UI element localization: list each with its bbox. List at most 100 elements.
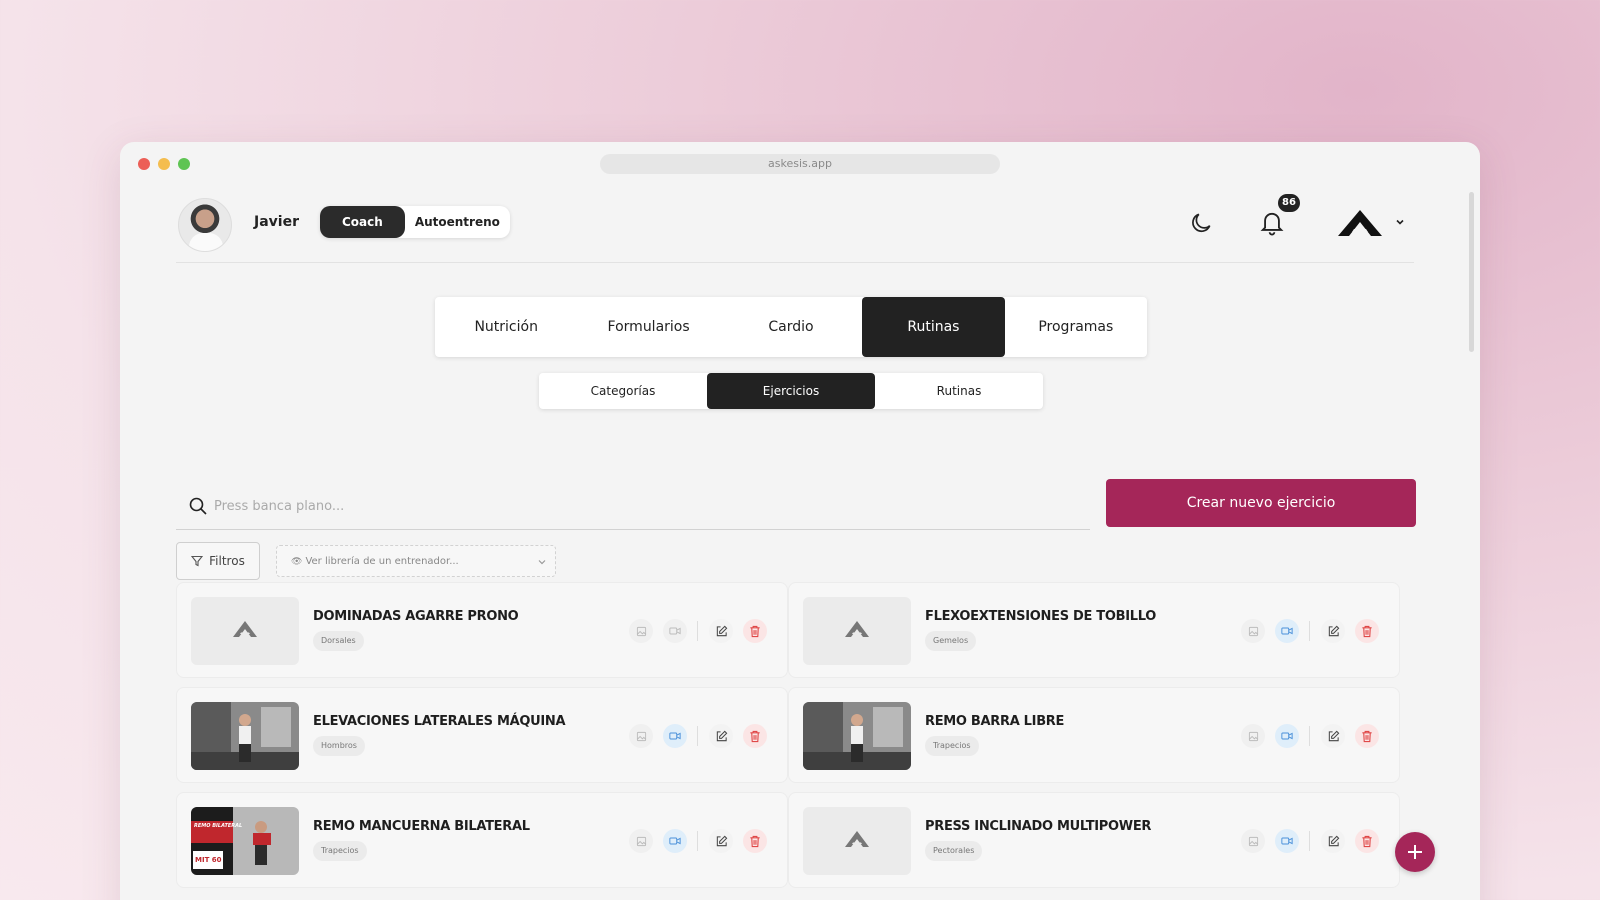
- search-bar: [176, 482, 1090, 530]
- search-icon: [189, 497, 207, 515]
- titlebar: askesis.app: [120, 142, 1480, 182]
- exercise-card[interactable]: PRESS INCLINADO MULTIPOWER Pectorales: [788, 792, 1400, 888]
- main-tabs: Nutrición Formularios Cardio Rutinas Pro…: [435, 297, 1147, 357]
- edit-button[interactable]: [709, 619, 733, 643]
- exercise-thumbnail[interactable]: REMO BILATERAL MIT 60: [191, 807, 299, 875]
- plus-icon: [1408, 845, 1422, 859]
- exercise-thumbnail[interactable]: [803, 597, 911, 665]
- video-icon: [669, 627, 681, 635]
- exercise-thumbnail[interactable]: [191, 702, 299, 770]
- video-button[interactable]: [1275, 619, 1299, 643]
- exercise-thumbnail[interactable]: [803, 702, 911, 770]
- url-bar[interactable]: askesis.app: [600, 154, 1000, 174]
- sub-tabs: Categorías Ejercicios Rutinas: [539, 373, 1043, 409]
- scrollbar[interactable]: [1469, 192, 1474, 352]
- trash-icon: [750, 835, 760, 847]
- muscle-tag: Trapecios: [925, 736, 979, 756]
- image-button[interactable]: [1241, 829, 1265, 853]
- avatar[interactable]: [178, 198, 232, 252]
- filters-button[interactable]: Filtros: [176, 542, 260, 580]
- action-divider: [697, 621, 698, 641]
- edit-button[interactable]: [1321, 724, 1345, 748]
- image-button[interactable]: [629, 724, 653, 748]
- search-input[interactable]: [214, 490, 1074, 522]
- delete-button[interactable]: [743, 619, 767, 643]
- trash-icon: [1362, 835, 1372, 847]
- add-floating-button[interactable]: [1395, 832, 1435, 872]
- delete-button[interactable]: [743, 829, 767, 853]
- thumb-brand: MIT 60: [195, 856, 222, 864]
- browser-window: askesis.app Javier Coach Autoentreno 86 …: [120, 142, 1480, 900]
- subtab-categorias[interactable]: Categorías: [539, 373, 707, 409]
- action-divider: [1309, 831, 1310, 851]
- exercise-card[interactable]: DOMINADAS AGARRE PRONO Dorsales: [176, 582, 788, 678]
- video-icon: [1281, 627, 1293, 635]
- video-button[interactable]: [1275, 724, 1299, 748]
- delete-button[interactable]: [1355, 724, 1379, 748]
- edit-icon: [716, 625, 727, 636]
- close-window-button[interactable]: [138, 158, 150, 170]
- trash-icon: [1362, 730, 1372, 742]
- exercise-name: ELEVACIONES LATERALES MÁQUINA: [313, 714, 566, 729]
- bell-icon[interactable]: [1258, 208, 1286, 238]
- image-button[interactable]: [629, 619, 653, 643]
- edit-button[interactable]: [1321, 829, 1345, 853]
- delete-button[interactable]: [1355, 619, 1379, 643]
- edit-icon: [1328, 730, 1339, 741]
- mode-coach-button[interactable]: Coach: [320, 206, 405, 238]
- edit-icon: [1328, 835, 1339, 846]
- filter-icon: [191, 555, 204, 567]
- action-divider: [1309, 621, 1310, 641]
- exercise-name: REMO MANCUERNA BILATERAL: [313, 819, 530, 834]
- delete-button[interactable]: [1355, 829, 1379, 853]
- image-icon: [1248, 731, 1258, 741]
- video-button[interactable]: [663, 619, 687, 643]
- trash-icon: [1362, 625, 1372, 637]
- header-divider: [176, 262, 1414, 263]
- edit-icon: [716, 730, 727, 741]
- tab-nutricion[interactable]: Nutrición: [435, 297, 577, 357]
- muscle-tag: Dorsales: [313, 631, 364, 651]
- create-exercise-button[interactable]: Crear nuevo ejercicio: [1106, 479, 1416, 527]
- muscle-tag: Pectorales: [925, 841, 983, 861]
- exercise-card[interactable]: REMO BARRA LIBRE Trapecios: [788, 687, 1400, 783]
- action-divider: [1309, 726, 1310, 746]
- exercise-name: PRESS INCLINADO MULTIPOWER: [925, 819, 1152, 834]
- edit-button[interactable]: [709, 829, 733, 853]
- video-icon: [1281, 837, 1293, 845]
- trash-icon: [750, 625, 760, 637]
- exercise-card[interactable]: ELEVACIONES LATERALES MÁQUINA Hombros: [176, 687, 788, 783]
- tab-rutinas[interactable]: Rutinas: [862, 297, 1005, 357]
- maximize-window-button[interactable]: [178, 158, 190, 170]
- subtab-rutinas[interactable]: Rutinas: [875, 373, 1043, 409]
- minimize-window-button[interactable]: [158, 158, 170, 170]
- delete-button[interactable]: [743, 724, 767, 748]
- exercise-name: FLEXOEXTENSIONES DE TOBILLO: [925, 609, 1157, 624]
- muscle-tag: Gemelos: [925, 631, 977, 651]
- image-button[interactable]: [1241, 724, 1265, 748]
- tab-cardio[interactable]: Cardio: [720, 297, 862, 357]
- image-button[interactable]: [1241, 619, 1265, 643]
- askesis-logo-icon[interactable]: [1338, 210, 1382, 236]
- eye-icon: 👁: [291, 557, 303, 567]
- mode-autoentreno-button[interactable]: Autoentreno: [405, 206, 510, 238]
- action-divider: [697, 831, 698, 851]
- tab-formularios[interactable]: Formularios: [577, 297, 719, 357]
- chevron-down-icon[interactable]: [1394, 216, 1406, 228]
- exercise-card[interactable]: FLEXOEXTENSIONES DE TOBILLO Gemelos: [788, 582, 1400, 678]
- video-button[interactable]: [663, 829, 687, 853]
- edit-button[interactable]: [1321, 619, 1345, 643]
- image-button[interactable]: [629, 829, 653, 853]
- notification-badge: 86: [1278, 194, 1300, 212]
- exercise-thumbnail[interactable]: [803, 807, 911, 875]
- exercise-card[interactable]: REMO BILATERAL MIT 60 REMO MANCUERNA BILAT…: [176, 792, 788, 888]
- subtab-ejercicios[interactable]: Ejercicios: [707, 373, 875, 409]
- video-button[interactable]: [663, 724, 687, 748]
- trainer-library-select[interactable]: 👁 Ver librería de un entrenador...: [276, 545, 556, 577]
- video-button[interactable]: [1275, 829, 1299, 853]
- tab-programas[interactable]: Programas: [1005, 297, 1147, 357]
- edit-button[interactable]: [709, 724, 733, 748]
- exercise-thumbnail[interactable]: [191, 597, 299, 665]
- video-icon: [669, 837, 681, 845]
- moon-icon[interactable]: [1188, 210, 1214, 236]
